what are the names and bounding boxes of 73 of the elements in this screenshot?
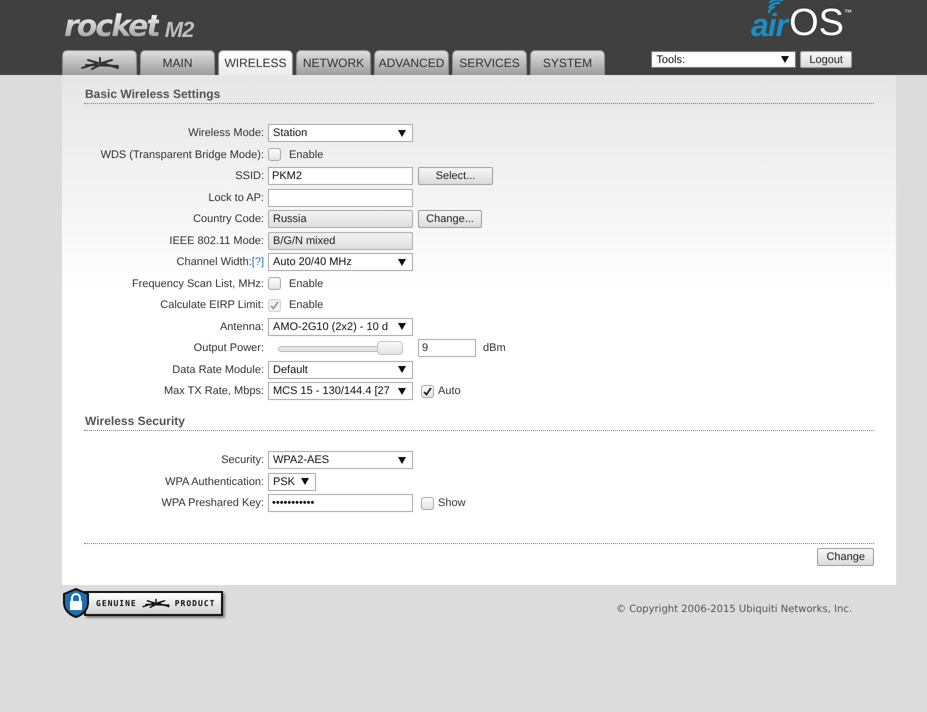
caret-icon [398,323,406,330]
field-label: Output Power: [194,342,264,354]
checkbox-label: Enable [289,148,324,160]
tab[interactable] [62,50,137,75]
caret-icon [398,130,406,136]
badge-text: GENUINE [96,598,137,608]
tab[interactable]: NETWORK [296,50,371,75]
dropdown[interactable]: Default [268,360,413,378]
field-label: Wireless Mode: [188,127,264,139]
logo-text: OS [789,4,844,42]
model-text: M2 [164,19,194,41]
tab[interactable]: MAIN [140,50,215,75]
tab[interactable]: ADVANCED [374,50,449,75]
checkbox[interactable] [421,384,434,398]
caret-icon [301,478,309,485]
field-label: Country Code: [193,213,264,225]
dropdown[interactable]: WPA2-AES [268,451,413,469]
dropdown[interactable]: AMO-2G10 (2x2) - 10 d [268,318,413,336]
section-title: Wireless Security [84,414,186,430]
field-label: WDS (Transparent Bridge Mode): [100,148,264,160]
trademark-sign: ™ [844,8,852,17]
logout-button[interactable]: Logout [800,51,852,68]
checkbox[interactable] [421,496,434,510]
checkbox-label: Enable [289,299,324,311]
caret-icon [398,388,406,394]
action-button[interactable]: Change... [418,210,482,228]
caret-icon [398,366,406,373]
field-label: WPA Authentication: [165,476,264,488]
checkbox[interactable] [268,277,281,290]
change-button[interactable]: Change [817,548,874,566]
field-label: Channel Width: [176,256,252,268]
tab[interactable]: SYSTEM [530,50,605,75]
logo-text: air [750,8,788,42]
copyright-text: © Copyright 2006-2015 Ubiquiti Networks, Inc. [616,602,852,614]
caret-icon [398,456,406,464]
input-field[interactable] [268,188,413,206]
input-field[interactable]: 9 [418,339,476,357]
field-label: WPA Preshared Key: [161,497,264,509]
checkbox-label: Enable [289,278,324,290]
action-button[interactable]: Select... [418,167,493,185]
field-label: Calculate EIRP Limit: [160,299,264,311]
field-label: Data Rate Module: [172,364,264,376]
field-label: Antenna: [220,320,264,332]
field-label: IEEE 802.11 Mode: [169,234,264,246]
radiating-lines-icon [80,56,120,70]
field-label: Max TX Rate, Mbps: [164,385,264,397]
unit-label: dBm [483,342,506,354]
tab[interactable]: WIRELESS [218,50,293,75]
checkbox-label: Auto [438,385,461,397]
field-label: Frequency Scan List, MHz: [132,278,264,290]
dropdown[interactable]: PSK [268,472,316,490]
help-link[interactable]: [?] [252,256,264,268]
input-field[interactable]: ••••••••••• [268,494,413,512]
caret-icon [781,56,790,63]
field-label: SSID: [235,170,264,182]
checkbox-label: Show [438,497,466,509]
tools-dropdown[interactable]: Tools: [651,51,796,68]
tab[interactable]: SERVICES [452,50,527,75]
slider-thumb[interactable] [377,341,403,355]
radiating-lines-icon [140,598,171,608]
caret-icon [398,258,406,266]
input-field[interactable]: PKM2 [268,167,413,185]
badge-text: PRODUCT [174,598,216,608]
readonly-field: Russia [268,210,413,228]
slider-track[interactable] [278,341,403,355]
checkbox[interactable] [268,148,281,161]
dropdown[interactable]: MCS 15 - 130/144.4 [27 [268,382,413,400]
field-label: Lock to AP: [208,192,264,204]
dropdown[interactable]: Auto 20/40 MHz [268,253,413,271]
readonly-field: B/G/N mixed [268,232,413,250]
dropdown[interactable]: Station [268,124,413,142]
field-label: Security: [221,454,264,466]
section-title: Basic Wireless Settings [84,87,222,103]
